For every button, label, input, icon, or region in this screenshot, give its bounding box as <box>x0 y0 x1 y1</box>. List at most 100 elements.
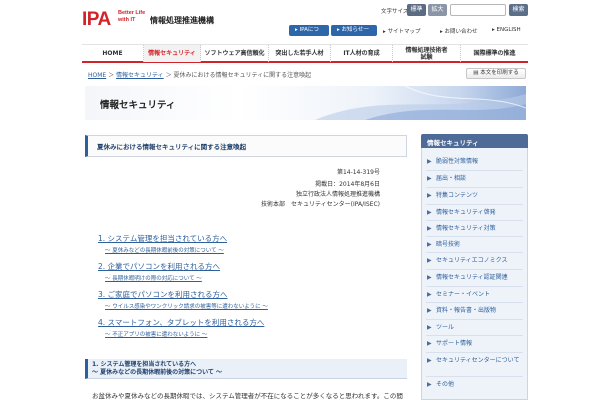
sidebar-divider <box>426 335 523 336</box>
sidebar-item[interactable]: ▶ ツール <box>426 324 526 331</box>
sidebar-item-label: 特集コンテンツ <box>436 192 479 199</box>
nav-standards[interactable]: 国際標準の推進 <box>461 45 528 62</box>
toc-item-title[interactable]: 1. システム管理を担当されている方へ <box>98 233 227 244</box>
nav-home[interactable]: HOME <box>82 45 144 62</box>
sidebar-item[interactable]: ▶ 情報セキュリティ認証関連 <box>426 274 526 281</box>
arrow-right-icon: ▶ <box>427 381 432 388</box>
sidebar-item-label: セキュリティセンターについて <box>436 357 520 364</box>
sidebar-heading: 情報セキュリティ <box>427 139 479 147</box>
chevron-right-icon: ▸ <box>492 27 495 33</box>
sidebar-item[interactable]: ▶ サポート情報 <box>426 340 526 347</box>
sidebar-item-label: 脆弱性対策情報 <box>436 158 479 165</box>
toc-item[interactable]: 1. システム管理を担当されている方へ ～ 夏休みなどの長期休暇前後の対策につい… <box>98 233 227 254</box>
breadcrumb-separator: ＞ <box>108 72 117 79</box>
logo-tagline-line2: with IT <box>118 17 136 23</box>
chevron-right-icon: ▸ <box>440 29 443 35</box>
sidebar-item[interactable]: ▶ 脆弱性対策情報 <box>426 158 526 165</box>
nav-it-talent[interactable]: IT人材の育成 <box>331 45 393 62</box>
chevron-right-icon: ▸ <box>383 29 386 35</box>
toc-item[interactable]: 2. 企業でパソコンを利用される方へ ～ 長期休暇明けの際の対応について ～ <box>98 261 220 282</box>
search-button[interactable]: 検索 <box>509 4 528 16</box>
sidebar-item-label: サポート情報 <box>436 340 473 347</box>
print-button[interactable]: ▤ 本文を印刷する <box>466 68 526 79</box>
article-date: 掲載日：2014年8月6日 <box>315 181 380 188</box>
chevron-right-icon: ▸ <box>295 27 298 33</box>
breadcrumb-separator: ＞ <box>165 72 174 79</box>
sidebar-item-label: 暗号技術 <box>436 241 461 248</box>
article-title: 夏休みにおける情報セキュリティに関する注意喚起 <box>97 143 247 151</box>
toc-item-subtitle[interactable]: ～ 夏休みなどの長期休暇前後の対策について ～ <box>98 246 227 254</box>
sidebar-item[interactable]: ▶ セミナー・イベント <box>426 291 526 298</box>
arrow-right-icon: ▶ <box>427 192 432 199</box>
english-link[interactable]: ▸ ENGLISH <box>492 27 521 33</box>
arrow-right-icon: ▶ <box>427 274 432 281</box>
sidebar-item-label: 資料・報告書・出版物 <box>436 307 497 314</box>
sidebar-item[interactable]: ▶ セキュリティエコノミクス <box>426 257 526 264</box>
nav-software[interactable]: ソフトウェア高信頼化 <box>201 45 269 62</box>
tab-news[interactable]: ▸ お知らせ一覧 <box>331 25 377 44</box>
ipa-logo[interactable]: IPA <box>82 9 111 31</box>
sidebar-item-label: セミナー・イベント <box>436 291 491 298</box>
main-nav: HOME 情報セキュリティ ソフトウェア高信頼化 突出した若手人材 IT人材の育… <box>82 44 528 63</box>
section-heading-title: 1. システム管理を担当されている方へ <box>92 361 197 368</box>
arrow-right-icon: ▶ <box>427 307 432 314</box>
sidebar-divider <box>426 286 523 287</box>
nav-young-talent[interactable]: 突出した若手人材 <box>269 45 331 62</box>
sidebar-item[interactable]: ▶ 特集コンテンツ <box>426 192 526 199</box>
font-size-large-button[interactable]: 拡大 <box>428 4 447 16</box>
breadcrumb-current: 夏休みにおける情報セキュリティに関する注意喚起 <box>173 72 312 79</box>
arrow-right-icon: ▶ <box>427 291 432 298</box>
sidebar-divider <box>426 236 523 237</box>
sidebar-item-label: その他 <box>436 381 455 388</box>
sidebar-item[interactable]: ▶ 情報セキュリティ対策 <box>426 225 526 232</box>
search-input[interactable] <box>450 4 506 16</box>
section-heading-subtitle: ～ 夏休みなどの長期休暇前後の対策について ～ <box>92 369 222 376</box>
toc-item-subtitle[interactable]: ～ ウイルス感染やワンクリック請求の被害等に遭わないように ～ <box>98 302 268 310</box>
sidebar-item-label: セキュリティエコノミクス <box>436 257 508 264</box>
sidebar-item-label: 情報セキュリティ対策 <box>436 225 496 232</box>
english-link-label: ENGLISH <box>496 27 521 33</box>
toc-item[interactable]: 4. スマートフォン、タブレットを利用される方へ ～ 不正アプリの被害に遭わない… <box>98 317 264 338</box>
sidebar-divider <box>426 376 523 377</box>
toc-item[interactable]: 3. ご家庭でパソコンを利用される方へ ～ ウイルス感染やワンクリック請求の被害… <box>98 289 268 310</box>
toc-item-title[interactable]: 3. ご家庭でパソコンを利用される方へ <box>98 289 268 300</box>
print-icon: ▤ <box>473 70 479 76</box>
sidebar-item[interactable]: ▶ 情報セキュリティ啓発 <box>426 209 526 216</box>
sidebar-item[interactable]: ▶ その他 <box>426 381 526 388</box>
breadcrumb: HOME ＞ 情報セキュリティ ＞ 夏休みにおける情報セキュリティに関する注意喚… <box>88 70 311 79</box>
nav-security[interactable]: 情報セキュリティ <box>144 45 201 62</box>
breadcrumb-section[interactable]: 情報セキュリティ <box>116 72 164 79</box>
contact-link[interactable]: ▸ お問い合わせ <box>440 27 478 35</box>
sidebar-item[interactable]: ▶ セキュリティセンターについて <box>426 357 526 364</box>
font-size-label: 文字サイズ <box>381 9 409 15</box>
sidebar-item-label: ツール <box>436 324 455 331</box>
sidebar-item[interactable]: ▶ 暗号技術 <box>426 241 526 248</box>
sidebar-divider <box>426 204 523 205</box>
breadcrumb-home[interactable]: HOME <box>88 72 106 79</box>
tab-news-label: お知らせ一覧 <box>337 27 369 44</box>
toc-item-subtitle[interactable]: ～ 長期休暇明けの際の対応について ～ <box>98 274 220 282</box>
arrow-right-icon: ▶ <box>427 257 432 264</box>
sidebar-item[interactable]: ▶ 資料・報告書・出版物 <box>426 307 526 314</box>
tab-about-ipa[interactable]: ▸ IPAについて <box>289 25 329 44</box>
arrow-right-icon: ▶ <box>427 225 432 232</box>
arrow-right-icon: ▶ <box>427 175 432 182</box>
arrow-right-icon: ▶ <box>427 209 432 216</box>
sidebar-divider <box>426 352 523 353</box>
sidebar-item[interactable]: ▶ 届出・相談 <box>426 175 526 182</box>
sidebar-item-label: 届出・相談 <box>436 175 467 182</box>
sitemap-link[interactable]: ▸ サイトマップ <box>383 27 421 35</box>
sidebar-divider <box>426 187 523 188</box>
sidebar-divider <box>426 252 523 253</box>
sidebar-divider <box>426 302 523 303</box>
toc-item-subtitle[interactable]: ～ 不正アプリの被害に遭わないように ～ <box>98 330 264 338</box>
article-org: 独立行政法人情報処理推進機構 <box>295 191 380 198</box>
print-button-label: 本文を印刷する <box>480 70 519 76</box>
toc-item-title[interactable]: 2. 企業でパソコンを利用される方へ <box>98 261 220 272</box>
logo-tagline: Better Life with IT <box>118 10 145 24</box>
sidebar-divider <box>426 319 523 320</box>
font-size-standard-button[interactable]: 標準 <box>407 4 426 16</box>
arrow-right-icon: ▶ <box>427 340 432 347</box>
nav-exam[interactable]: 情報処理技術者試験 <box>393 45 461 62</box>
toc-item-title[interactable]: 4. スマートフォン、タブレットを利用される方へ <box>98 317 264 328</box>
